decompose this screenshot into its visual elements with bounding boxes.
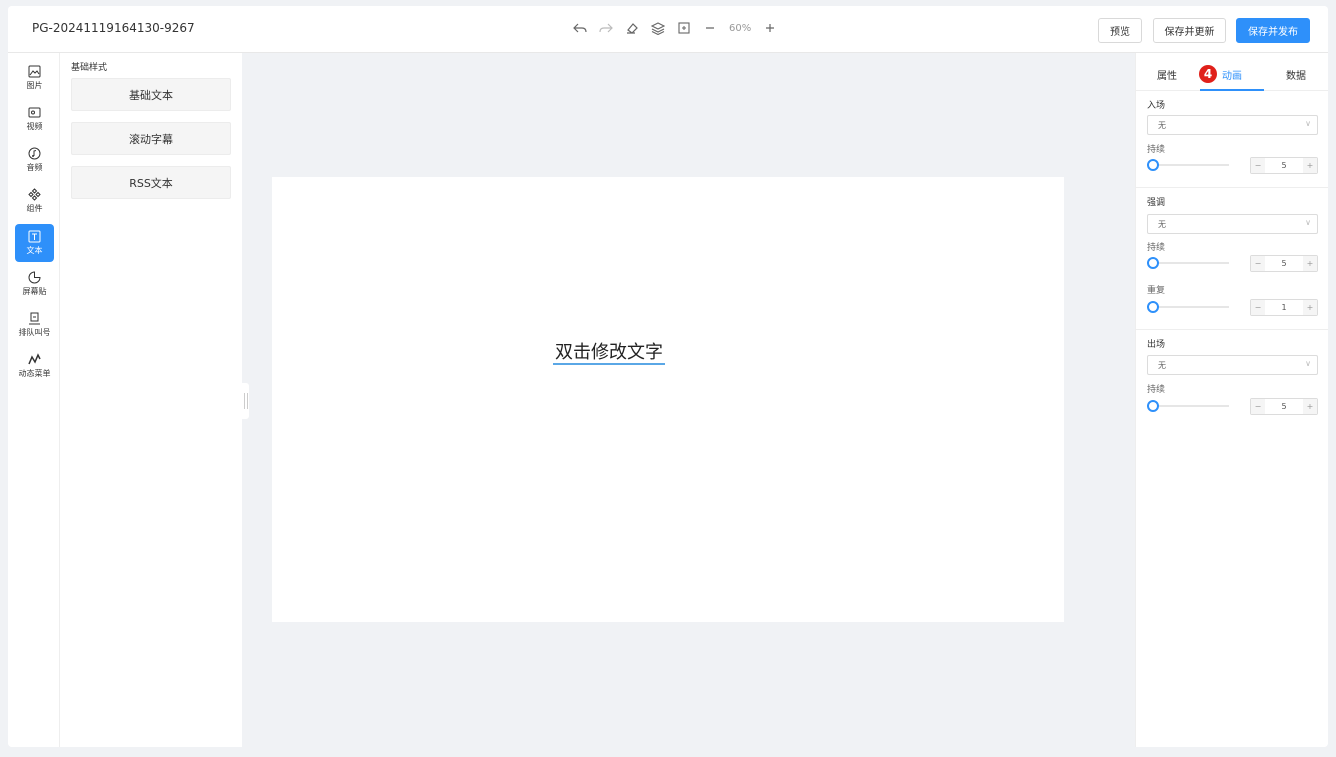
exit-select[interactable]: 无 ∨	[1147, 355, 1318, 375]
sidebar-item-audio[interactable]: 音频	[15, 141, 54, 179]
entrance-duration-label: 持续	[1147, 145, 1166, 155]
canvas-area: 双击修改文字	[242, 53, 1135, 747]
slider-handle[interactable]	[1147, 400, 1159, 412]
sidebar-item-label: 视频	[26, 122, 43, 131]
app-window: PG-20241119164130-9267 60% 预览 保存并更新 保存并发…	[8, 6, 1328, 747]
preview-button[interactable]: 预览	[1098, 18, 1142, 43]
sidebar-item-label: 排队叫号	[18, 328, 51, 337]
text-icon	[28, 230, 41, 243]
increment-button[interactable]: +	[1303, 256, 1317, 271]
exit-select-value: 无	[1158, 360, 1166, 370]
sidebar-item-label: 图片	[26, 81, 43, 90]
sidebar-item-text[interactable]: 文本	[15, 224, 54, 262]
sticker-icon	[28, 271, 41, 284]
emphasis-select[interactable]: 无 ∨	[1147, 214, 1318, 234]
sidebar-item-label: 动态菜单	[18, 369, 51, 378]
component-sidebar: 图片 视频 音频 组件 文本 屏幕贴 排队叫号 动态菜单	[8, 53, 60, 747]
entrance-duration-stepper: − 5 +	[1250, 157, 1318, 174]
slider-handle[interactable]	[1147, 301, 1159, 313]
exit-title: 出场	[1147, 340, 1166, 350]
stepper-value[interactable]: 5	[1265, 256, 1303, 271]
panel-tabs: 属性 4 动画 数据	[1136, 53, 1328, 91]
entrance-select-value: 无	[1158, 120, 1166, 130]
undo-icon[interactable]	[571, 19, 589, 37]
zoom-out-icon[interactable]	[701, 19, 719, 37]
tab-attributes[interactable]: 属性	[1157, 67, 1177, 82]
chevron-down-icon: ∨	[1305, 119, 1311, 128]
emphasis-repeat-stepper: − 1 +	[1250, 299, 1318, 316]
sidebar-item-image[interactable]: 图片	[15, 59, 54, 97]
entrance-select[interactable]: 无 ∨	[1147, 115, 1318, 135]
emphasis-duration-stepper: − 5 +	[1250, 255, 1318, 272]
style-card-scrolling-caption[interactable]: 滚动字幕	[71, 122, 231, 155]
entrance-duration-slider[interactable]	[1147, 159, 1229, 171]
active-tab-indicator	[1200, 89, 1264, 91]
step-badge: 4	[1199, 65, 1217, 83]
divider	[1136, 329, 1328, 330]
stepper-value[interactable]: 5	[1265, 158, 1303, 173]
emphasis-select-value: 无	[1158, 219, 1166, 229]
emphasis-duration-label: 持续	[1147, 243, 1166, 253]
sidebar-item-sticker[interactable]: 屏幕贴	[15, 265, 54, 303]
style-card-rss-text[interactable]: RSS文本	[71, 166, 231, 199]
redo-icon[interactable]	[597, 19, 615, 37]
fit-screen-icon[interactable]	[675, 19, 693, 37]
top-toolbar: PG-20241119164130-9267 60% 预览 保存并更新 保存并发…	[8, 6, 1328, 53]
sidebar-item-dynamic-menu[interactable]: 动态菜单	[15, 347, 54, 385]
exit-duration-stepper: − 5 +	[1250, 398, 1318, 415]
emphasis-duration-slider[interactable]	[1147, 257, 1229, 269]
increment-button[interactable]: +	[1303, 399, 1317, 414]
slider-handle[interactable]	[1147, 257, 1159, 269]
sidebar-item-label: 文本	[26, 246, 43, 255]
chevron-down-icon: ∨	[1305, 359, 1311, 368]
decrement-button[interactable]: −	[1251, 158, 1265, 173]
canvas-stage[interactable]: 双击修改文字	[272, 177, 1064, 622]
properties-panel: 属性 4 动画 数据 入场 无 ∨ 持续 − 5 + 强调 无 ∨ 持续 − 5…	[1135, 53, 1328, 747]
divider	[1136, 187, 1328, 188]
sidebar-item-label: 音频	[26, 163, 43, 172]
increment-button[interactable]: +	[1303, 158, 1317, 173]
exit-duration-label: 持续	[1147, 385, 1166, 395]
clear-format-icon[interactable]	[623, 19, 641, 37]
video-icon	[28, 107, 41, 118]
image-icon	[28, 65, 41, 78]
tab-data[interactable]: 数据	[1286, 67, 1306, 82]
zoom-level: 60%	[729, 22, 752, 34]
sidebar-item-video[interactable]: 视频	[15, 100, 54, 138]
stepper-value[interactable]: 5	[1265, 399, 1303, 414]
emphasis-repeat-slider[interactable]	[1147, 301, 1229, 313]
dynamic-menu-icon	[28, 353, 41, 365]
entrance-title: 入场	[1147, 101, 1166, 111]
emphasis-repeat-label: 重复	[1147, 286, 1166, 296]
library-title: 基础样式	[71, 63, 108, 73]
emphasis-title: 强调	[1147, 198, 1166, 208]
sidebar-item-label: 屏幕贴	[22, 287, 47, 296]
canvas-text-element[interactable]: 双击修改文字	[553, 343, 665, 365]
stepper-value[interactable]: 1	[1265, 300, 1303, 315]
increment-button[interactable]: +	[1303, 300, 1317, 315]
style-card-basic-text[interactable]: 基础文本	[71, 78, 231, 111]
text-style-library: 基础样式 基础文本 滚动字幕 RSS文本	[61, 53, 242, 747]
decrement-button[interactable]: −	[1251, 399, 1265, 414]
tab-animation[interactable]: 动画	[1222, 67, 1242, 82]
decrement-button[interactable]: −	[1251, 256, 1265, 271]
edit-toolbar: 60%	[571, 19, 779, 37]
slider-handle[interactable]	[1147, 159, 1159, 171]
component-icon	[28, 188, 41, 201]
chevron-down-icon: ∨	[1305, 218, 1311, 227]
audio-icon	[28, 147, 41, 160]
save-publish-button[interactable]: 保存并发布	[1236, 18, 1310, 43]
sidebar-item-label: 组件	[26, 204, 43, 213]
exit-duration-slider[interactable]	[1147, 400, 1229, 412]
sidebar-item-component[interactable]: 组件	[15, 182, 54, 220]
decrement-button[interactable]: −	[1251, 300, 1265, 315]
sidebar-item-queue[interactable]: 排队叫号	[15, 306, 54, 344]
queue-icon	[29, 312, 40, 325]
layers-icon[interactable]	[649, 19, 667, 37]
panel-collapse-handle[interactable]	[242, 383, 249, 419]
save-update-button[interactable]: 保存并更新	[1153, 18, 1226, 43]
page-id: PG-20241119164130-9267	[32, 21, 195, 35]
zoom-in-icon[interactable]	[761, 19, 779, 37]
